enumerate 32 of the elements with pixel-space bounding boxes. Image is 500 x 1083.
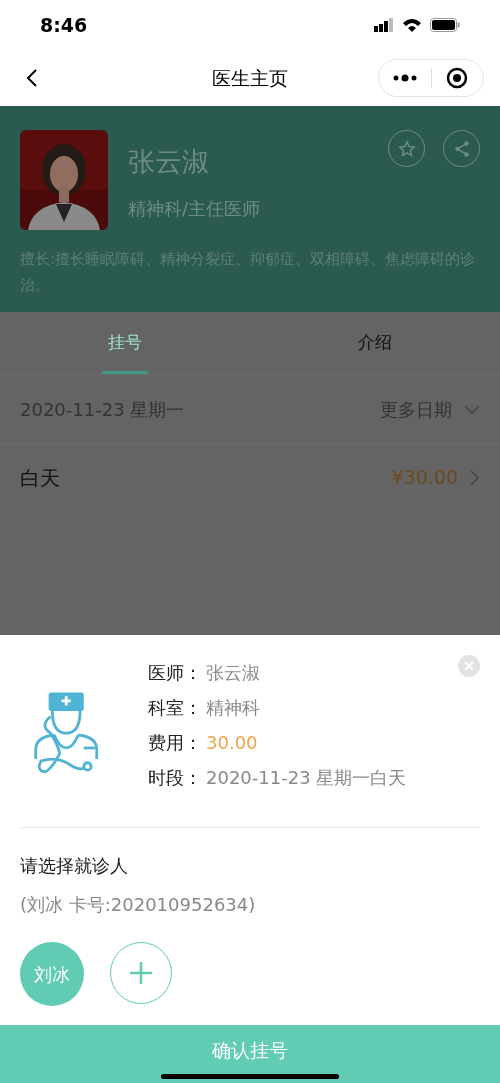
detail-value: 30.00	[206, 731, 258, 755]
tab[interactable]: 挂号	[0, 312, 250, 374]
back-icon	[26, 68, 38, 88]
wifi-icon	[402, 18, 422, 32]
page-title: 医生主页	[212, 65, 288, 91]
battery-icon	[430, 18, 460, 32]
status-time: 8:46	[40, 12, 88, 38]
plus-icon	[130, 962, 152, 984]
detail-label: 时段：	[148, 766, 203, 790]
chevron-right-icon	[470, 469, 480, 486]
patient-chip[interactable]: 刘冰	[20, 942, 84, 1006]
time-slot-row[interactable]: 白天 ¥30.00	[0, 445, 500, 510]
confirm-button[interactable]: 确认挂号	[0, 1025, 500, 1083]
detail-value: 精神科	[206, 696, 260, 720]
signal-icon	[374, 18, 394, 32]
more-icon	[392, 74, 417, 82]
detail-value: 2020-11-23 星期一白天	[206, 766, 407, 790]
close-button[interactable]	[458, 655, 480, 677]
patient-info: (刘冰 卡号:202010952634)	[19, 893, 257, 917]
chevron-down-icon	[464, 404, 480, 415]
doctor-title: 精神科/主任医师	[128, 196, 262, 221]
detail-label: 费用：	[148, 731, 203, 755]
star-icon	[397, 139, 416, 158]
detail-label: 科室：	[148, 696, 203, 720]
tab[interactable]: 介绍	[250, 312, 500, 374]
detail-value: 张云淑	[206, 661, 260, 685]
share-icon	[452, 139, 471, 158]
patient-prompt: 请选择就诊人	[19, 854, 129, 878]
detail-label: 医师：	[148, 661, 203, 685]
close-icon	[464, 661, 474, 671]
doctor-name: 张云淑	[128, 145, 210, 179]
target-icon	[446, 67, 469, 89]
